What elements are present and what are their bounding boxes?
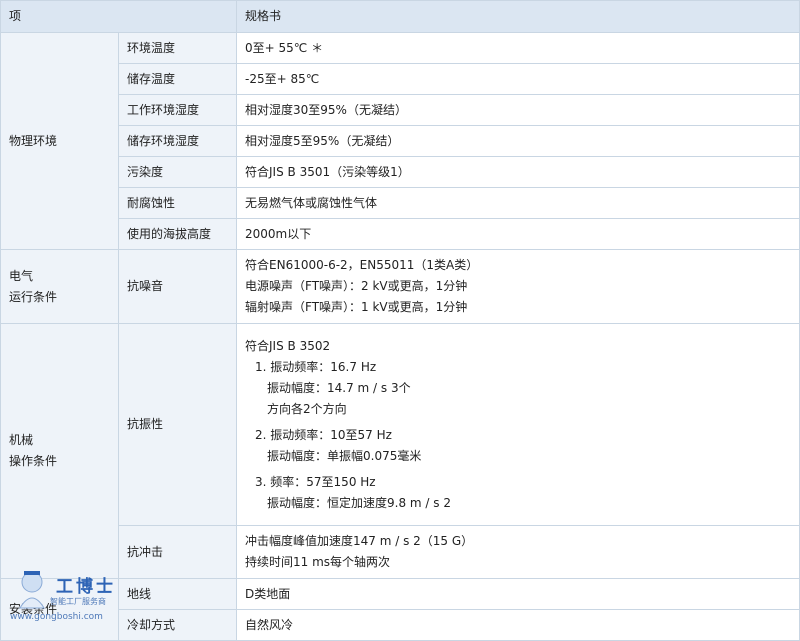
row-label: 抗噪音 — [117, 249, 238, 324]
table-row: 安装条件 地线 D类地面 — [0, 578, 800, 641]
header-item: 项 — [0, 0, 238, 33]
value-line: 辐射噪声（FT噪声）：1 kV或更高，1分钟 — [245, 300, 468, 314]
table-row: 机械 操作条件 抗振性 符合JIS B 3502 1. 振动频率：16.7 Hz… — [0, 323, 800, 579]
row-value: 符合JIS B 3502 1. 振动频率：16.7 Hz 振动幅度：14.7 m… — [236, 323, 800, 526]
table-row: 耐腐蚀性 无易燃气体或腐蚀性气体 — [1, 187, 800, 219]
row-label: 抗振性 — [117, 323, 238, 526]
row-label: 储存环境湿度 — [117, 125, 238, 157]
category-physical: 物理环境 — [0, 32, 119, 250]
header-spec: 规格书 — [236, 0, 800, 33]
row-value: 0至+ 55℃ ＊ — [236, 32, 800, 64]
value-line: 2. 振动频率：10至57 Hz — [255, 427, 392, 442]
category-electrical: 电气 运行条件 — [0, 249, 119, 324]
spec-table: 项 规格书 物理环境 环境温度 0至+ 55℃ ＊ 储存温度 -25至+ 85℃… — [0, 0, 800, 641]
table-row: 物理环境 环境温度 0至+ 55℃ ＊ — [0, 32, 800, 250]
row-label: 污染度 — [117, 156, 238, 188]
row-label: 环境温度 — [117, 32, 238, 64]
row-label: 地线 — [117, 578, 238, 610]
table-row: 电气 运行条件 抗噪音 符合EN61000-6-2，EN55011（1类A类） … — [0, 249, 800, 324]
row-label: 抗冲击 — [117, 525, 238, 579]
table-row: 使用的海拔高度 2000m以下 — [1, 218, 800, 250]
row-value: D类地面 — [236, 578, 800, 610]
table-row: 污染度 符合JIS B 3501（污染等级1） — [1, 156, 800, 188]
table-row: 抗冲击 冲击幅度峰值加速度147 m / s 2（15 G） 持续时间11 ms… — [1, 525, 800, 579]
row-value: 相对湿度30至95%（无凝结） — [236, 94, 800, 126]
value-line: 方向各2个方向 — [267, 401, 347, 416]
category-install: 安装条件 — [0, 578, 119, 641]
row-value: 2000m以下 — [236, 218, 800, 250]
header-row: 项 规格书 — [0, 0, 800, 33]
value-line: 电源噪声（FT噪声）：2 kV或更高，1分钟 — [245, 279, 468, 293]
value-line: 振动幅度：恒定加速度9.8 m / s 2 — [267, 495, 451, 510]
value-line: 振动幅度：14.7 m / s 3个 — [267, 380, 411, 395]
table-row: 工作环境湿度 相对湿度30至95%（无凝结） — [1, 94, 800, 126]
table-row: 冷却方式 自然风冷 — [1, 609, 800, 641]
value-line: 振动幅度：单振幅0.075毫米 — [267, 448, 422, 463]
row-value: 符合JIS B 3501（污染等级1） — [236, 156, 800, 188]
row-value: 符合EN61000-6-2，EN55011（1类A类） 电源噪声（FT噪声）：2… — [236, 249, 800, 324]
category-line: 运行条件 — [9, 289, 58, 304]
row-value: 冲击幅度峰值加速度147 m / s 2（15 G） 持续时间11 ms每个轴两… — [236, 525, 800, 579]
table-row: 储存温度 -25至+ 85℃ — [1, 63, 800, 95]
row-value: 相对湿度5至95%（无凝结） — [236, 125, 800, 157]
row-label: 耐腐蚀性 — [117, 187, 238, 219]
category-line: 操作条件 — [9, 454, 58, 468]
row-label: 储存温度 — [117, 63, 238, 95]
row-value: -25至+ 85℃ — [236, 63, 800, 95]
value-line: 3. 频率：57至150 Hz — [255, 474, 376, 489]
row-label: 工作环境湿度 — [117, 94, 238, 126]
category-line: 机械 — [9, 433, 34, 447]
row-label: 使用的海拔高度 — [117, 218, 238, 250]
value-line: 冲击幅度峰值加速度147 m / s 2（15 G） — [245, 534, 474, 548]
table-row: 储存环境湿度 相对湿度5至95%（无凝结） — [1, 125, 800, 157]
row-value: 无易燃气体或腐蚀性气体 — [236, 187, 800, 219]
value-line: 持续时间11 ms每个轴两次 — [245, 555, 391, 569]
category-line: 电气 — [9, 268, 34, 283]
value-line: 1. 振动频率：16.7 Hz — [255, 359, 377, 374]
value-line: 符合JIS B 3502 — [245, 338, 331, 353]
category-mechanical: 机械 操作条件 — [0, 323, 119, 579]
row-value: 自然风冷 — [236, 609, 800, 641]
value-line: 符合EN61000-6-2，EN55011（1类A类） — [245, 258, 479, 272]
row-label: 冷却方式 — [117, 609, 238, 641]
